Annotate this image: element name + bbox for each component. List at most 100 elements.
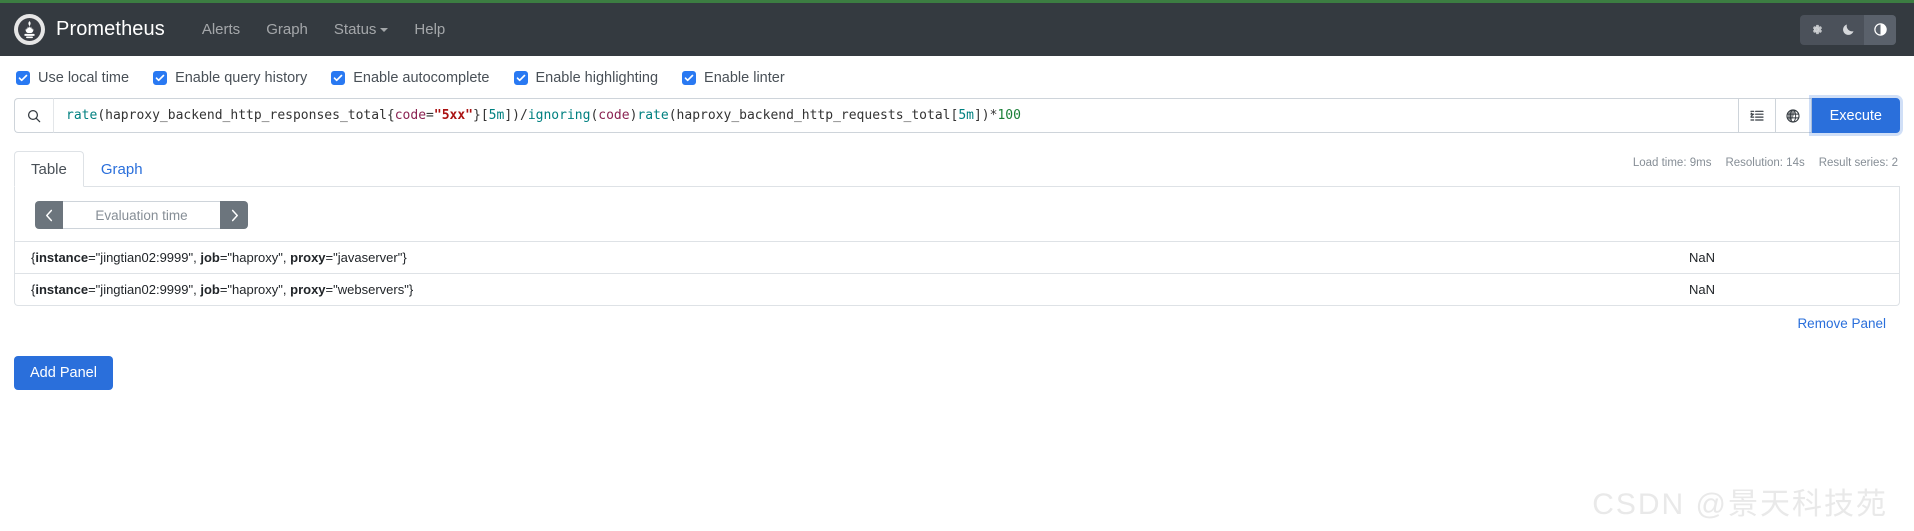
add-panel-row: Add Panel bbox=[14, 356, 1914, 390]
expression-token-plain: ( bbox=[590, 108, 599, 123]
nav-link-status-label: Status bbox=[333, 21, 377, 38]
option-label: Enable linter bbox=[704, 70, 785, 86]
expression-token-func: ignoring bbox=[527, 108, 591, 123]
prometheus-logo-icon bbox=[14, 14, 45, 45]
tab-graph[interactable]: Graph bbox=[84, 151, 160, 187]
remove-panel-link[interactable]: Remove Panel bbox=[1797, 316, 1886, 331]
label-name: job bbox=[200, 250, 220, 265]
expression-token-plain: }[ bbox=[473, 108, 489, 123]
stat-result-series: Result series: 2 bbox=[1818, 157, 1898, 169]
query-panel: Table Graph Load time: 9ms Resolution: 1… bbox=[14, 151, 1900, 333]
option-enable-autocomplete[interactable]: Enable autocomplete bbox=[331, 70, 490, 86]
metric-cell: {instance="jingtian02:9999", job="haprox… bbox=[15, 241, 1669, 274]
checkbox-checked-icon[interactable] bbox=[16, 71, 30, 85]
label-value: ="jingtian02:9999", bbox=[88, 282, 201, 297]
nav-links: Alerts Graph Status Help bbox=[189, 15, 458, 44]
option-enable-linter[interactable]: Enable linter bbox=[682, 70, 785, 86]
half-circle-auto-icon bbox=[1873, 23, 1887, 36]
panel-tab-strip: Table Graph bbox=[14, 151, 1900, 187]
table-row: {instance="jingtian02:9999", job="haprox… bbox=[15, 241, 1899, 274]
value-cell: NaN bbox=[1669, 241, 1899, 274]
nav-link-help[interactable]: Help bbox=[401, 15, 458, 44]
label-name: proxy bbox=[290, 250, 326, 265]
expression-token-func: rate bbox=[637, 108, 669, 123]
execute-button[interactable]: Execute bbox=[1811, 98, 1900, 133]
option-label: Enable autocomplete bbox=[353, 70, 490, 86]
format-expression-icon bbox=[1749, 110, 1764, 121]
nav-link-status[interactable]: Status bbox=[321, 15, 402, 44]
label-name: proxy bbox=[290, 282, 326, 297]
expression-token-plain: (haproxy_backend_http_requests_total[ bbox=[668, 108, 959, 123]
expression-token-label: code bbox=[394, 108, 427, 123]
nav-link-alerts[interactable]: Alerts bbox=[189, 15, 253, 44]
option-label: Enable highlighting bbox=[535, 70, 659, 86]
label-name: instance bbox=[35, 282, 89, 297]
expression-token-plain: (haproxy_backend_http_responses_total{ bbox=[97, 108, 395, 123]
label-value: ="jingtian02:9999", bbox=[88, 250, 201, 265]
globe-icon bbox=[1786, 108, 1800, 123]
label-value: ="webservers" bbox=[325, 282, 409, 297]
checkbox-checked-icon[interactable] bbox=[513, 71, 528, 85]
expression-input[interactable]: rate (haproxy_backend_http_responses_tota… bbox=[53, 98, 1738, 133]
evaluation-time-group: Evaluation time bbox=[35, 201, 248, 229]
theme-light-button[interactable] bbox=[1800, 15, 1832, 45]
label-name: job bbox=[200, 282, 220, 297]
chevron-right-icon bbox=[231, 209, 238, 221]
table-panel-body: Evaluation time {instance="jingtian02:99… bbox=[14, 187, 1900, 306]
brand-title: Prometheus bbox=[56, 18, 165, 40]
checkbox-checked-icon[interactable] bbox=[331, 71, 346, 85]
chevron-down-icon bbox=[380, 28, 389, 33]
expression-token-dur: 5m bbox=[958, 108, 974, 123]
remove-panel-row: Remove Panel bbox=[14, 315, 1886, 333]
result-table-body: {instance="jingtian02:9999", job="haprox… bbox=[15, 241, 1899, 305]
option-label: Use local time bbox=[38, 70, 130, 86]
label-value: ="haproxy", bbox=[219, 282, 291, 297]
value-cell: NaN bbox=[1669, 273, 1899, 305]
expression-token-plain: ) bbox=[629, 108, 638, 123]
expression-token-plain: ]) bbox=[504, 108, 520, 123]
csdn-watermark: CSDN @景天科技苑 bbox=[1592, 488, 1888, 521]
expression-bar: rate (haproxy_backend_http_responses_tota… bbox=[14, 98, 1900, 133]
chevron-left-icon bbox=[45, 209, 52, 221]
nav-link-alerts-label: Alerts bbox=[201, 21, 241, 38]
expression-token-op: * bbox=[989, 108, 998, 123]
evaluation-time-prev-button[interactable] bbox=[35, 201, 63, 229]
query-stats: Load time: 9ms Resolution: 14s Result se… bbox=[1633, 157, 1898, 169]
metrics-explorer-button[interactable] bbox=[1774, 98, 1812, 133]
expression-token-plain: = bbox=[426, 108, 434, 123]
option-enable-highlighting[interactable]: Enable highlighting bbox=[513, 70, 659, 86]
evaluation-time-input[interactable]: Evaluation time bbox=[63, 201, 220, 229]
stat-load-time: Load time: 9ms bbox=[1632, 157, 1712, 169]
option-enable-query-history[interactable]: Enable query history bbox=[153, 70, 307, 86]
tab-table[interactable]: Table bbox=[14, 151, 84, 187]
options-row: Use local time Enable query history Enab… bbox=[0, 56, 1914, 98]
table-row: {instance="jingtian02:9999", job="haprox… bbox=[15, 273, 1899, 305]
option-label: Enable query history bbox=[175, 70, 308, 86]
expression-token-func: rate bbox=[66, 108, 98, 123]
result-table: {instance="jingtian02:9999", job="haprox… bbox=[15, 241, 1899, 305]
metric-cell: {instance="jingtian02:9999", job="haprox… bbox=[15, 273, 1669, 305]
nav-link-graph[interactable]: Graph bbox=[253, 15, 321, 44]
format-expression-button[interactable] bbox=[1737, 98, 1775, 133]
theme-toggle-group bbox=[1800, 14, 1896, 45]
label-value: ="javaserver" bbox=[325, 250, 403, 265]
evaluation-time-next-button[interactable] bbox=[220, 201, 248, 229]
navbar: Prometheus Alerts Graph Status Help bbox=[0, 3, 1914, 56]
nav-link-help-label: Help bbox=[414, 21, 446, 38]
label-value: ="haproxy", bbox=[219, 250, 291, 265]
checkbox-checked-icon[interactable] bbox=[153, 71, 168, 85]
expression-token-num: 100 bbox=[997, 108, 1021, 123]
expression-token-dur: 5m bbox=[488, 108, 505, 123]
brand[interactable]: Prometheus bbox=[14, 14, 165, 45]
expression-token-string: "5xx" bbox=[433, 108, 474, 123]
label-name: instance bbox=[35, 250, 89, 265]
checkbox-checked-icon[interactable] bbox=[682, 71, 697, 85]
expression-token-op: / bbox=[519, 108, 528, 123]
theme-dark-button[interactable] bbox=[1832, 15, 1864, 45]
expression-token-plain: ]) bbox=[973, 108, 990, 123]
option-use-local-time[interactable]: Use local time bbox=[16, 70, 129, 86]
sun-gear-icon bbox=[1812, 24, 1822, 35]
moon-icon bbox=[1842, 24, 1853, 35]
add-panel-button[interactable]: Add Panel bbox=[14, 356, 113, 390]
theme-auto-button[interactable] bbox=[1864, 14, 1896, 45]
